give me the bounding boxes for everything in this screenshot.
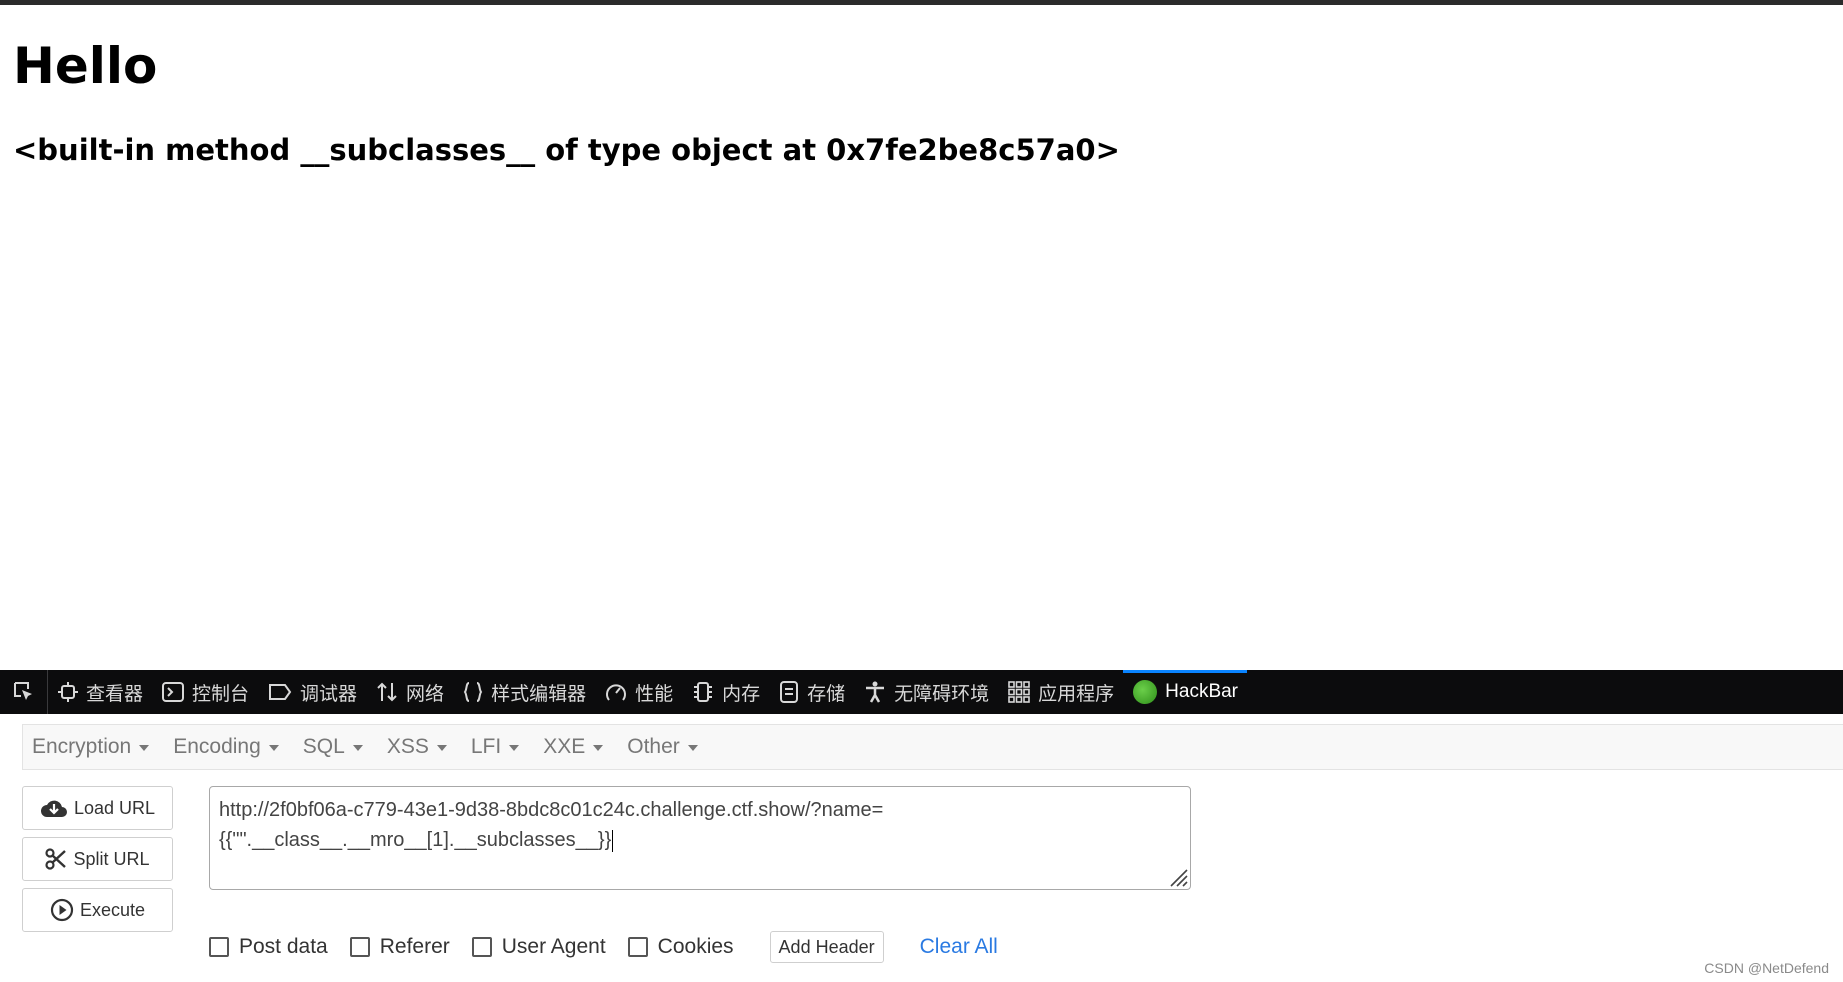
text-cursor — [612, 829, 614, 852]
tab-storage[interactable]: 存储 — [769, 670, 854, 714]
cookies-checkbox[interactable] — [627, 937, 648, 957]
menu-sql[interactable]: SQL — [294, 735, 378, 759]
user-agent-checkbox[interactable] — [471, 937, 492, 957]
tab-application[interactable]: 应用程序 — [998, 670, 1123, 714]
menu-label: Encoding — [173, 735, 261, 758]
caret-down-icon — [268, 745, 279, 751]
url-textarea[interactable]: http://2f0bf06a-c779-43e1-9d38-8bdc8c01c… — [209, 786, 1191, 890]
application-icon — [1008, 681, 1030, 703]
referer-option[interactable]: Referer — [349, 935, 450, 959]
hackbar-menu-bar: Encryption Encoding SQL XSS LFI XXE Othe… — [22, 724, 1843, 770]
tab-label: 存储 — [807, 683, 846, 705]
split-url-button[interactable]: Split URL — [22, 837, 173, 881]
tab-memory[interactable]: 内存 — [682, 670, 769, 714]
menu-other[interactable]: Other — [618, 735, 713, 759]
menu-label: SQL — [302, 735, 345, 758]
menu-label: LFI — [470, 735, 502, 758]
cookies-option[interactable]: Cookies — [627, 935, 734, 959]
tab-style-editor[interactable]: 样式编辑器 — [453, 670, 595, 714]
inspector-icon — [58, 682, 78, 702]
play-circle-icon — [50, 898, 74, 922]
caret-down-icon — [687, 745, 698, 751]
element-picker-button[interactable] — [0, 670, 48, 714]
devtools-toolbar: 查看器 控制台 调试器 网络 样式编辑器 性能 内存 存储 无障碍环境 应用程序… — [0, 670, 1843, 714]
tab-performance[interactable]: 性能 — [595, 670, 682, 714]
performance-icon — [606, 684, 627, 701]
tab-label: 网络 — [406, 683, 445, 705]
resize-handle-icon[interactable] — [1166, 865, 1188, 887]
url-line-1: http://2f0bf06a-c779-43e1-9d38-8bdc8c01c… — [219, 799, 884, 821]
element-picker-icon — [13, 682, 32, 700]
style-editor-icon — [463, 682, 483, 702]
clear-all-link[interactable]: Clear All — [920, 935, 998, 959]
tab-network[interactable]: 网络 — [366, 670, 453, 714]
post-data-option[interactable]: Post data — [209, 935, 328, 959]
tab-label: 样式编辑器 — [491, 683, 587, 705]
button-label: Execute — [79, 899, 146, 920]
referer-checkbox[interactable] — [349, 937, 370, 957]
option-label: Post data — [239, 935, 328, 958]
url-line-2: {{"".__class__.__mro__[1].__subclasses__… — [219, 829, 612, 851]
tab-label: 无障碍环境 — [894, 683, 990, 705]
caret-down-icon — [436, 745, 447, 751]
tab-hackbar[interactable]: HackBar — [1123, 670, 1247, 714]
scissors-icon — [45, 848, 67, 870]
menu-label: XXE — [543, 735, 586, 758]
request-options: Post data Referer User Agent Cookies Add… — [209, 930, 998, 964]
tab-label: 内存 — [722, 683, 761, 705]
storage-icon — [780, 681, 799, 703]
menu-label: XSS — [386, 735, 429, 758]
menu-lfi[interactable]: LFI — [462, 735, 534, 759]
load-url-button[interactable]: Load URL — [22, 786, 173, 830]
debugger-icon — [269, 684, 292, 700]
menu-xxe[interactable]: XXE — [534, 735, 618, 759]
tab-label: 应用程序 — [1038, 683, 1115, 705]
menu-encryption[interactable]: Encryption — [23, 735, 164, 759]
button-label: Load URL — [73, 797, 156, 818]
option-label: Cookies — [657, 935, 734, 958]
caret-down-icon — [352, 745, 363, 751]
tab-inspector[interactable]: 查看器 — [48, 670, 152, 714]
console-icon — [162, 682, 185, 702]
tab-label: HackBar — [1165, 681, 1239, 702]
tab-console[interactable]: 控制台 — [152, 670, 258, 714]
option-label: User Agent — [501, 935, 606, 958]
menu-encoding[interactable]: Encoding — [164, 735, 294, 759]
tab-label: 控制台 — [192, 683, 250, 705]
web-page-content: Hello <built-in method __subclasses__ of… — [0, 5, 1843, 670]
hackbar-panel: Encryption Encoding SQL XSS LFI XXE Othe… — [0, 714, 1843, 982]
option-label: Referer — [379, 935, 450, 958]
menu-xss[interactable]: XSS — [378, 735, 462, 759]
tab-label: 查看器 — [86, 683, 144, 705]
network-icon — [377, 682, 397, 702]
tab-debugger[interactable]: 调试器 — [258, 670, 366, 714]
page-result-text: <built-in method __subclasses__ of type … — [13, 133, 1120, 167]
watermark-text: CSDN @NetDefend — [1704, 960, 1829, 976]
caret-down-icon — [509, 745, 520, 751]
post-data-checkbox[interactable] — [209, 937, 229, 957]
caret-down-icon — [593, 745, 604, 751]
tab-accessibility[interactable]: 无障碍环境 — [854, 670, 998, 714]
hackbar-icon — [1133, 680, 1158, 704]
page-heading: Hello — [13, 37, 158, 95]
menu-label: Other — [627, 735, 680, 758]
tab-label: 性能 — [635, 683, 674, 705]
cloud-download-icon — [40, 800, 67, 817]
execute-button[interactable]: Execute — [22, 888, 173, 932]
menu-label: Encryption — [32, 735, 132, 758]
tab-label: 调试器 — [300, 683, 358, 705]
accessibility-icon — [866, 681, 885, 703]
caret-down-icon — [139, 745, 150, 751]
memory-icon — [694, 682, 713, 702]
user-agent-option[interactable]: User Agent — [471, 935, 606, 959]
button-label: Split URL — [73, 848, 150, 869]
add-header-button[interactable]: Add Header — [769, 931, 884, 963]
